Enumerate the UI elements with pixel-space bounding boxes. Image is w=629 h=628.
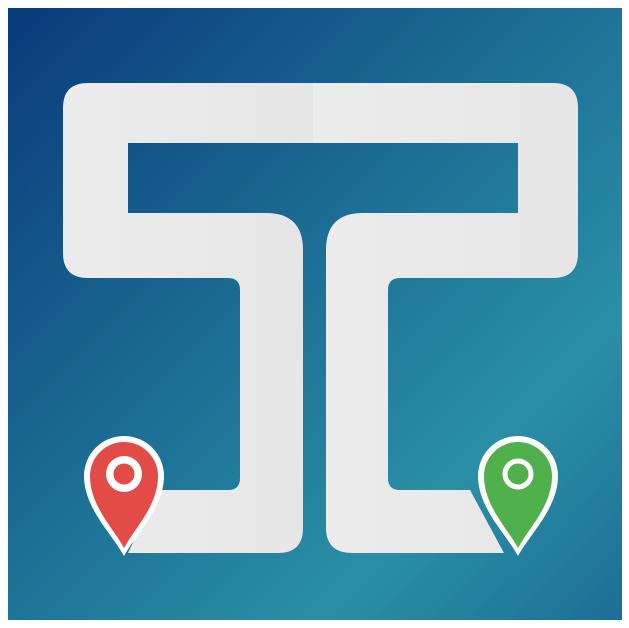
app-icon [8,8,622,620]
app-icon-frame [0,0,629,628]
logo-artwork [8,8,622,620]
